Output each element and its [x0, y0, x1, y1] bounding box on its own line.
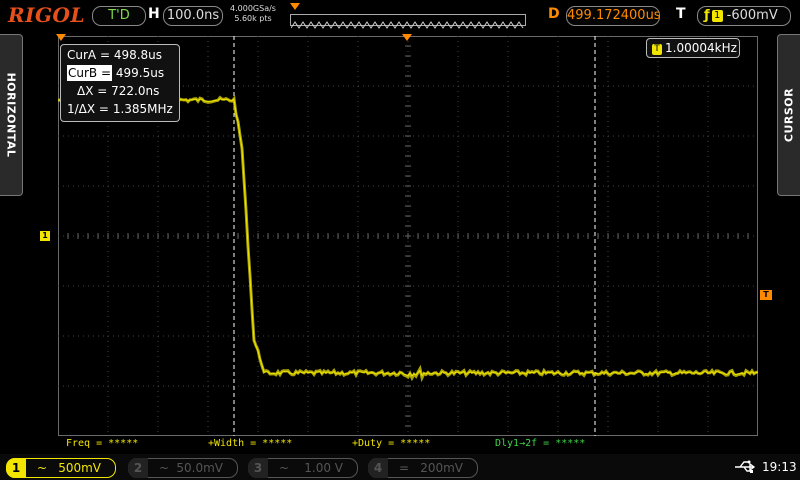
acquisition-info: 4.000GSa/s 5.60k pts	[230, 4, 276, 24]
channel-2-number: 2	[128, 458, 148, 478]
cursor-b-row: CurB = 499.5us	[67, 65, 164, 81]
delta-x-label: ΔX =	[77, 84, 108, 98]
measurement-bar: Freq = ***** +Width = ***** +Duty = ****…	[58, 438, 758, 452]
trigger-position-marker	[290, 3, 300, 10]
trigger-level: -600mV	[726, 8, 778, 23]
horizontal-label: H	[148, 6, 160, 22]
rising-edge-icon: ƒ	[704, 8, 710, 23]
memory-depth: 5.60k pts	[234, 14, 272, 23]
cursor-readout-panel: CurA = 498.8us CurB = 499.5us ΔX = 722.0…	[60, 44, 180, 122]
cursor-a-label: CurA =	[67, 48, 110, 62]
clock: 19:13	[762, 460, 797, 474]
trigger-source-badge: 1	[711, 10, 723, 22]
channel-4-button[interactable]: 4 = 200mV	[368, 458, 478, 478]
top-status-bar: RIGOL T'D H 100.0ns 4.000GSa/s 5.60k pts…	[0, 0, 800, 32]
inverse-delta-label: 1/ΔX =	[67, 102, 109, 116]
trigger-time-marker	[402, 34, 412, 41]
timebase-scale[interactable]: 100.0ns	[163, 6, 223, 26]
frequency-counter: T 1.00004kHz	[646, 38, 740, 58]
trigger-status-badge[interactable]: T'D	[92, 6, 146, 26]
horizontal-delay[interactable]: 499.172400us	[566, 6, 661, 26]
inverse-delta-value: 1.385MHz	[112, 102, 173, 116]
channel-4-number: 4	[368, 458, 388, 478]
usb-icon	[735, 460, 756, 473]
cursor-b-label: CurB =	[67, 65, 113, 81]
cursor-tab-label: CURSOR	[782, 87, 796, 143]
channel-3-number: 3	[248, 458, 268, 478]
measure-frequency[interactable]: Freq = *****	[66, 438, 138, 449]
channel-1-button[interactable]: 1 ~ 500mV	[6, 458, 116, 478]
channel-2-scale: 50.0mV	[176, 461, 223, 475]
measure-positive-duty[interactable]: +Duty = *****	[352, 438, 430, 449]
cursor-menu-tab[interactable]: CURSOR	[777, 34, 800, 196]
cursor-a-top-marker	[56, 34, 66, 41]
counter-source-badge: T	[652, 44, 662, 55]
cursor-inverse-row: 1/ΔX = 1.385MHz	[67, 101, 173, 117]
cursor-a-value: 498.8us	[113, 48, 163, 62]
delta-x-value: 722.0ns	[111, 84, 160, 98]
horizontal-tab-label: HORIZONTAL	[4, 72, 18, 158]
channel-1-scale: 500mV	[58, 461, 101, 475]
dc-coupling-icon: =	[399, 461, 410, 475]
measure-positive-width[interactable]: +Width = *****	[208, 438, 292, 449]
channel-bar: 1 ~ 500mV 2 ~ 50.0mV 3 ~ 1.00 V 4 = 200m…	[0, 454, 800, 480]
channel-3-scale: 1.00 V	[304, 461, 343, 475]
cursor-a-row: CurA = 498.8us	[67, 47, 162, 63]
channel-4-scale: 200mV	[420, 461, 463, 475]
channel-2-button[interactable]: 2 ~ 50.0mV	[128, 458, 238, 478]
memory-waveform-icon	[290, 21, 524, 29]
trigger-settings[interactable]: ƒ 1 -600mV	[697, 6, 791, 26]
sample-rate: 4.000GSa/s	[230, 4, 276, 13]
cursor-b-value: 499.5us	[115, 66, 165, 80]
counter-value: 1.00004kHz	[665, 41, 737, 55]
channel-3-button[interactable]: 3 ~ 1.00 V	[248, 458, 358, 478]
ac-coupling-icon: ~	[279, 461, 290, 475]
measure-delay[interactable]: Dly1→2f = *****	[495, 438, 585, 449]
trigger-level-marker[interactable]: T	[760, 290, 772, 300]
ch1-offset-marker[interactable]: 1	[40, 231, 50, 241]
horizontal-menu-tab[interactable]: HORIZONTAL	[0, 34, 23, 196]
memory-overview-strip[interactable]	[290, 14, 526, 29]
channel-1-number: 1	[6, 458, 26, 478]
brand-logo: RIGOL	[8, 3, 86, 27]
delay-label: D	[548, 6, 560, 22]
ac-coupling-icon: ~	[159, 461, 170, 475]
ac-coupling-icon: ~	[37, 461, 48, 475]
trigger-label: T	[676, 6, 686, 22]
cursor-delta-row: ΔX = 722.0ns	[77, 83, 159, 99]
